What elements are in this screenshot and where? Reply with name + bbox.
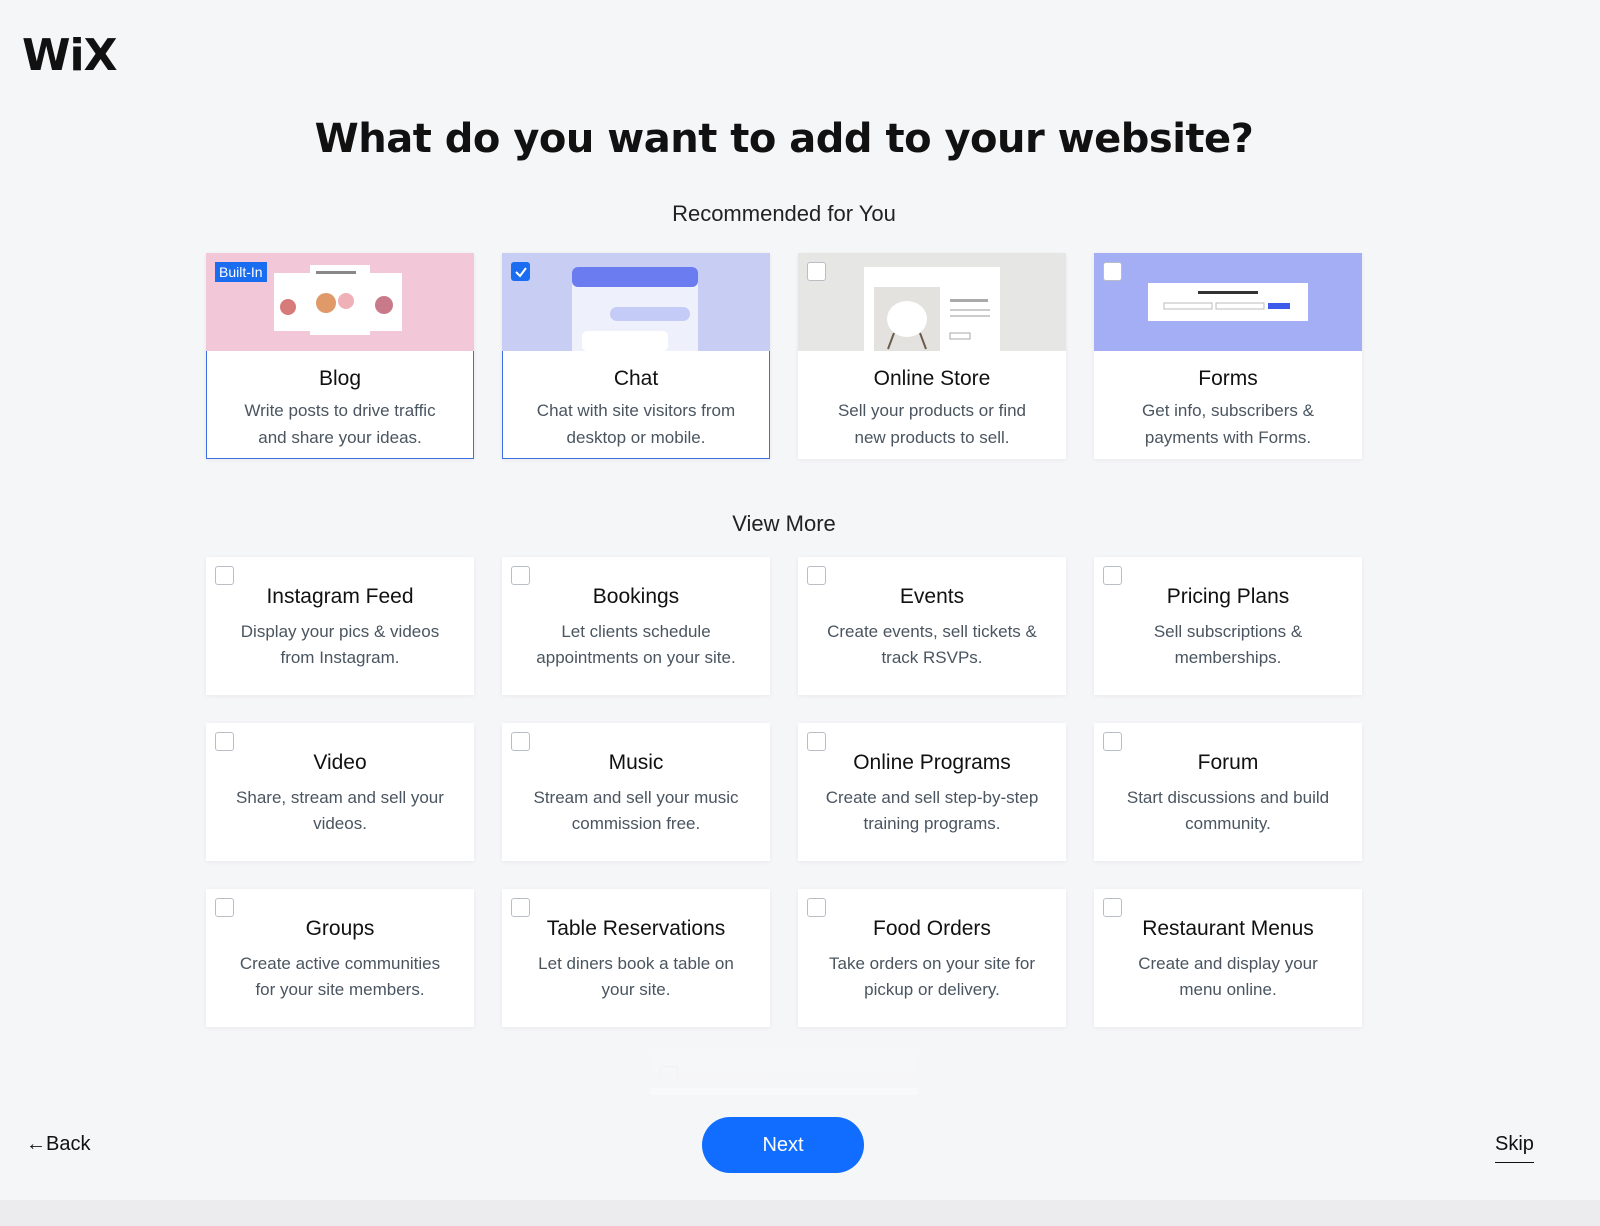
- card-description: Let clients schedule appointments on you…: [536, 622, 736, 667]
- scroll-fade-overlay: [190, 1040, 1376, 1088]
- card-description: Sell your products or find new products …: [837, 401, 1027, 447]
- card-description: Create events, sell tickets & track RSVP…: [827, 622, 1037, 667]
- card-description: Start discussions and build community.: [1126, 788, 1330, 833]
- forms-checkbox[interactable]: [1103, 262, 1122, 281]
- forms-preview-image: [1148, 283, 1308, 321]
- instagram-feed-checkbox[interactable]: [215, 566, 234, 585]
- bookings-checkbox[interactable]: [511, 566, 530, 585]
- next-button[interactable]: Next: [702, 1117, 864, 1173]
- card-title: Bookings: [592, 585, 680, 608]
- card-food-orders[interactable]: Food Orders Take orders on your site for…: [798, 889, 1066, 1027]
- card-music[interactable]: Music Stream and sell your music commiss…: [502, 723, 770, 861]
- card-description: Take orders on your site for pickup or d…: [829, 954, 1035, 999]
- card-description: Display your pics & videos from Instagra…: [240, 622, 440, 667]
- card-title: Pricing Plans: [1166, 585, 1290, 608]
- chat-checkbox[interactable]: [511, 262, 530, 281]
- card-events[interactable]: Events Create events, sell tickets & tra…: [798, 557, 1066, 695]
- card-description: Stream and sell your music commission fr…: [533, 788, 739, 833]
- card-instagram-feed[interactable]: Instagram Feed Display your pics & video…: [206, 557, 474, 695]
- table-reservations-checkbox[interactable]: [511, 898, 530, 917]
- view-more-label: View More: [732, 511, 836, 536]
- card-online-store[interactable]: Online Store Sell your products or find …: [798, 253, 1066, 459]
- card-title: Video: [313, 751, 367, 774]
- store-thumbnail: [798, 253, 1066, 351]
- card-forms[interactable]: Forms Get info, subscribers & payments w…: [1094, 253, 1362, 459]
- store-preview-image: [864, 267, 1000, 351]
- pricing-plans-checkbox[interactable]: [1103, 566, 1122, 585]
- built-in-badge: Built-In: [215, 262, 267, 282]
- card-title: Events: [899, 585, 965, 608]
- card-description: Let diners book a table on your site.: [538, 954, 734, 999]
- recommended-label: Recommended for You: [672, 201, 896, 226]
- chat-preview-image: [572, 267, 698, 351]
- store-checkbox[interactable]: [807, 262, 826, 281]
- back-button[interactable]: ←Back: [26, 1133, 90, 1156]
- forms-thumbnail: [1094, 253, 1362, 351]
- card-description: Write posts to drive traffic and share y…: [244, 401, 436, 447]
- card-title: Music: [608, 751, 664, 774]
- online-programs-checkbox[interactable]: [807, 732, 826, 751]
- card-description: Create and display your menu online.: [1138, 954, 1318, 999]
- card-chat[interactable]: Chat Chat with site visitors from deskto…: [502, 253, 770, 459]
- card-video[interactable]: Video Share, stream and sell your videos…: [206, 723, 474, 861]
- events-checkbox[interactable]: [807, 566, 826, 585]
- card-title: Table Reservations: [546, 917, 726, 940]
- food-orders-checkbox[interactable]: [807, 898, 826, 917]
- card-title: Online Store: [873, 367, 991, 390]
- card-restaurant-menus[interactable]: Restaurant Menus Create and display your…: [1094, 889, 1362, 1027]
- card-description: Sell subscriptions & memberships.: [1153, 622, 1303, 667]
- skip-link[interactable]: Skip: [1495, 1133, 1534, 1163]
- card-pricing-plans[interactable]: Pricing Plans Sell subscriptions & membe…: [1094, 557, 1362, 695]
- card-description: Share, stream and sell your videos.: [236, 788, 444, 833]
- wix-logo: WiX: [22, 30, 118, 81]
- card-forum[interactable]: Forum Start discussions and build commun…: [1094, 723, 1362, 861]
- forum-checkbox[interactable]: [1103, 732, 1122, 751]
- card-bookings[interactable]: Bookings Let clients schedule appointmen…: [502, 557, 770, 695]
- card-title: Instagram Feed: [266, 585, 414, 608]
- card-description: Create active communities for your site …: [239, 954, 441, 999]
- card-title: Groups: [305, 917, 375, 940]
- card-title: Chat: [613, 367, 659, 390]
- card-table-reservations[interactable]: Table Reservations Let diners book a tab…: [502, 889, 770, 1027]
- check-icon: [515, 267, 527, 278]
- restaurant-menus-checkbox[interactable]: [1103, 898, 1122, 917]
- groups-checkbox[interactable]: [215, 898, 234, 917]
- card-title: Restaurant Menus: [1142, 917, 1314, 940]
- video-checkbox[interactable]: [215, 732, 234, 751]
- card-description: Chat with site visitors from desktop or …: [536, 401, 736, 447]
- card-blog[interactable]: Built-In Blog Write posts to drive traff…: [206, 253, 474, 459]
- card-title: Online Programs: [853, 751, 1011, 774]
- card-title: Blog: [318, 367, 362, 390]
- page-title: What do you want to add to your website?: [314, 116, 1254, 162]
- chat-thumbnail: [502, 253, 770, 351]
- card-title: Forum: [1197, 751, 1259, 774]
- card-description: Get info, subscribers & payments with Fo…: [1142, 401, 1314, 447]
- music-checkbox[interactable]: [511, 732, 530, 751]
- card-title: Food Orders: [873, 917, 991, 940]
- bottom-edge: [0, 1200, 1600, 1226]
- card-online-programs[interactable]: Online Programs Create and sell step-by-…: [798, 723, 1066, 861]
- card-groups[interactable]: Groups Create active communities for you…: [206, 889, 474, 1027]
- card-title: Forms: [1198, 367, 1258, 390]
- card-description: Create and sell step-by-step training pr…: [825, 788, 1039, 833]
